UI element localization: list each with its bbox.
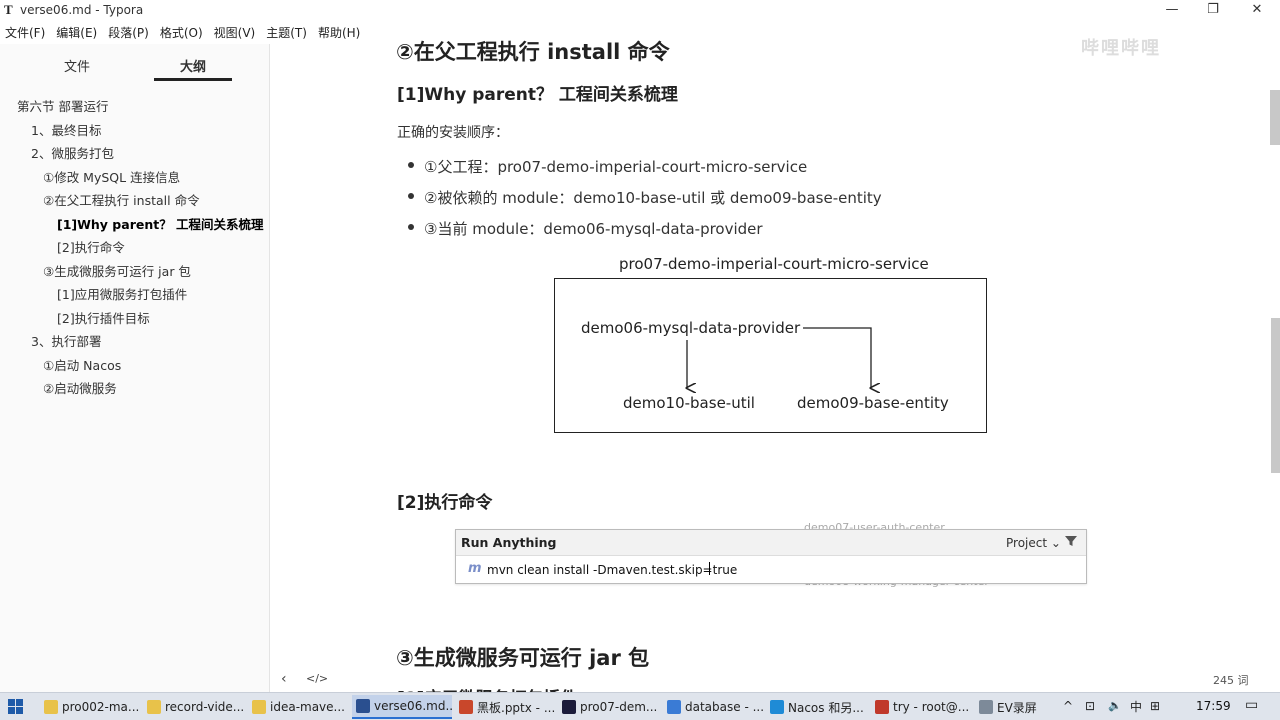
- clock[interactable]: 17:59: [1196, 699, 1231, 713]
- menu-view[interactable]: 视图(V): [209, 22, 262, 42]
- heading-jar: ③生成微服务可运行 jar 包: [396, 646, 650, 670]
- outline-item[interactable]: [2]执行插件目标: [57, 308, 150, 327]
- taskbar-item-label: pro002-ma...: [62, 700, 140, 714]
- taskbar-app-icon: [562, 700, 576, 714]
- command-text[interactable]: mvn clean install -Dmaven.test.skip=true: [487, 563, 737, 577]
- sidebar-tabs: 文件 大纲: [0, 44, 269, 84]
- taskbar-item[interactable]: pro002-ma...: [40, 695, 140, 719]
- word-count[interactable]: 245 词: [1213, 672, 1249, 688]
- text-caret: [709, 562, 710, 575]
- title-bar: T verse06.md - Typora — ❐ ✕: [0, 0, 1280, 20]
- outline-item[interactable]: 1、最终目标: [31, 120, 101, 139]
- arrow-to-entity: [803, 327, 871, 388]
- taskbar-app-icon: [875, 700, 889, 714]
- taskbar-item[interactable]: idea-mave...: [248, 695, 348, 719]
- taskbar-item[interactable]: record-vide...: [143, 695, 243, 719]
- taskbar-item-label: try - root@...: [893, 700, 970, 714]
- volume-icon[interactable]: 🔈: [1108, 699, 1122, 712]
- taskbar-item[interactable]: 黑板.pptx - ...: [455, 695, 555, 719]
- taskbar-app-icon: [667, 700, 681, 714]
- scrollbar-marker[interactable]: [1270, 90, 1280, 145]
- outline-item[interactable]: ②在父工程执行 install 命令: [43, 190, 200, 209]
- ime-indicator[interactable]: 中: [1130, 698, 1142, 715]
- sidebar-footer: [0, 668, 270, 692]
- outline-item[interactable]: ③生成微服务可运行 jar 包: [43, 261, 191, 280]
- taskbar-item-label: Nacos 和另...: [788, 700, 864, 715]
- minimize-button[interactable]: —: [1152, 0, 1192, 20]
- outline-item[interactable]: [1]应用微服务打包插件: [57, 284, 187, 303]
- taskbar-app-icon: [252, 700, 266, 714]
- taskbar-app-icon: [356, 699, 370, 713]
- heading-exec: [2]执行命令: [397, 493, 493, 513]
- taskbar-item-label: verse06.md...: [374, 699, 452, 713]
- diagram-arrows: [271, 327, 1271, 692]
- active-tab-indicator: [154, 78, 232, 81]
- taskbar-app-icon: [147, 700, 161, 714]
- taskbar-item[interactable]: database - ...: [663, 695, 763, 719]
- outline-item[interactable]: 第六节 部署运行: [17, 96, 108, 115]
- tray-chevron-icon[interactable]: ^: [1063, 699, 1073, 713]
- editor-content[interactable]: 哔哩哔哩 ②在父工程执行 install 命令 [1]Why parent？ 工…: [271, 20, 1271, 692]
- taskbar-item-label: 黑板.pptx - ...: [477, 700, 555, 715]
- maximize-button[interactable]: ❐: [1193, 0, 1233, 20]
- outline-item[interactable]: 3、执行部署: [31, 331, 101, 350]
- outline-item[interactable]: ①启动 Nacos: [43, 355, 121, 374]
- taskbar-item-label: idea-mave...: [270, 700, 345, 714]
- ime-grid-icon[interactable]: ⊞: [1150, 699, 1160, 713]
- outline-item[interactable]: [2]执行命令: [57, 237, 125, 256]
- heading-next-partial: [1]应用微服务打包插件: [397, 684, 577, 692]
- run-anything-title: Run Anything: [461, 535, 557, 550]
- maven-icon: m: [468, 561, 482, 576]
- taskbar-app-icon: [44, 700, 58, 714]
- run-anything-input[interactable]: m mvn clean install -Dmaven.test.skip=tr…: [456, 557, 1086, 583]
- outline-item[interactable]: ②启动微服务: [43, 378, 117, 397]
- tab-files[interactable]: 文件: [64, 56, 90, 75]
- taskbar-item-label: record-vide...: [165, 700, 243, 714]
- outline-item[interactable]: ①修改 MySQL 连接信息: [43, 167, 180, 186]
- outline-item[interactable]: 2、微服务打包: [31, 143, 114, 162]
- taskbar-app-icon: [979, 700, 993, 714]
- close-button[interactable]: ✕: [1237, 0, 1277, 20]
- notification-icon[interactable]: ▭: [1245, 697, 1258, 713]
- menu-format[interactable]: 格式(O): [155, 22, 209, 42]
- windows-start-icon[interactable]: [8, 699, 24, 715]
- sidebar: 文件 大纲 第六节 部署运行 1、最终目标 2、微服务打包 ①修改 MySQL …: [0, 44, 270, 692]
- outline-item-active[interactable]: [1]Why parent？ 工程间关系梳理: [57, 214, 264, 233]
- network-icon[interactable]: ⊡: [1085, 699, 1095, 713]
- windows-taskbar: pro002-ma... record-vide... idea-mave... ve…: [0, 692, 1280, 720]
- typora-app-icon: T: [4, 2, 13, 17]
- taskbar-app-icon: [770, 700, 784, 714]
- menu-file[interactable]: 文件(F): [0, 22, 51, 42]
- taskbar-item[interactable]: verse06.md...: [352, 695, 452, 719]
- menu-paragraph[interactable]: 段落(P): [103, 22, 155, 42]
- taskbar-item[interactable]: pro07-dem...: [558, 695, 658, 719]
- menu-edit[interactable]: 编辑(E): [51, 22, 103, 42]
- taskbar-app-icon: [459, 700, 473, 714]
- taskbar-item[interactable]: Nacos 和另...: [766, 695, 866, 719]
- run-anything-header: Run Anything Project ⌄: [456, 530, 1086, 556]
- run-anything-dialog: Run Anything Project ⌄ m mvn clean insta…: [455, 529, 1087, 584]
- taskbar-item-label: EV录屏: [997, 700, 1037, 715]
- taskbar-item-label: pro07-dem...: [580, 700, 658, 714]
- scope-dropdown[interactable]: Project ⌄: [1006, 536, 1061, 550]
- taskbar-item-label: database - ...: [685, 700, 763, 714]
- taskbar-item[interactable]: try - root@...: [871, 695, 971, 719]
- taskbar-item[interactable]: EV录屏: [975, 695, 1075, 719]
- scrollbar-thumb[interactable]: [1271, 318, 1280, 473]
- tab-outline[interactable]: 大纲: [180, 56, 206, 75]
- window-title: verse06.md - Typora: [20, 3, 144, 17]
- filter-icon[interactable]: [1064, 534, 1078, 548]
